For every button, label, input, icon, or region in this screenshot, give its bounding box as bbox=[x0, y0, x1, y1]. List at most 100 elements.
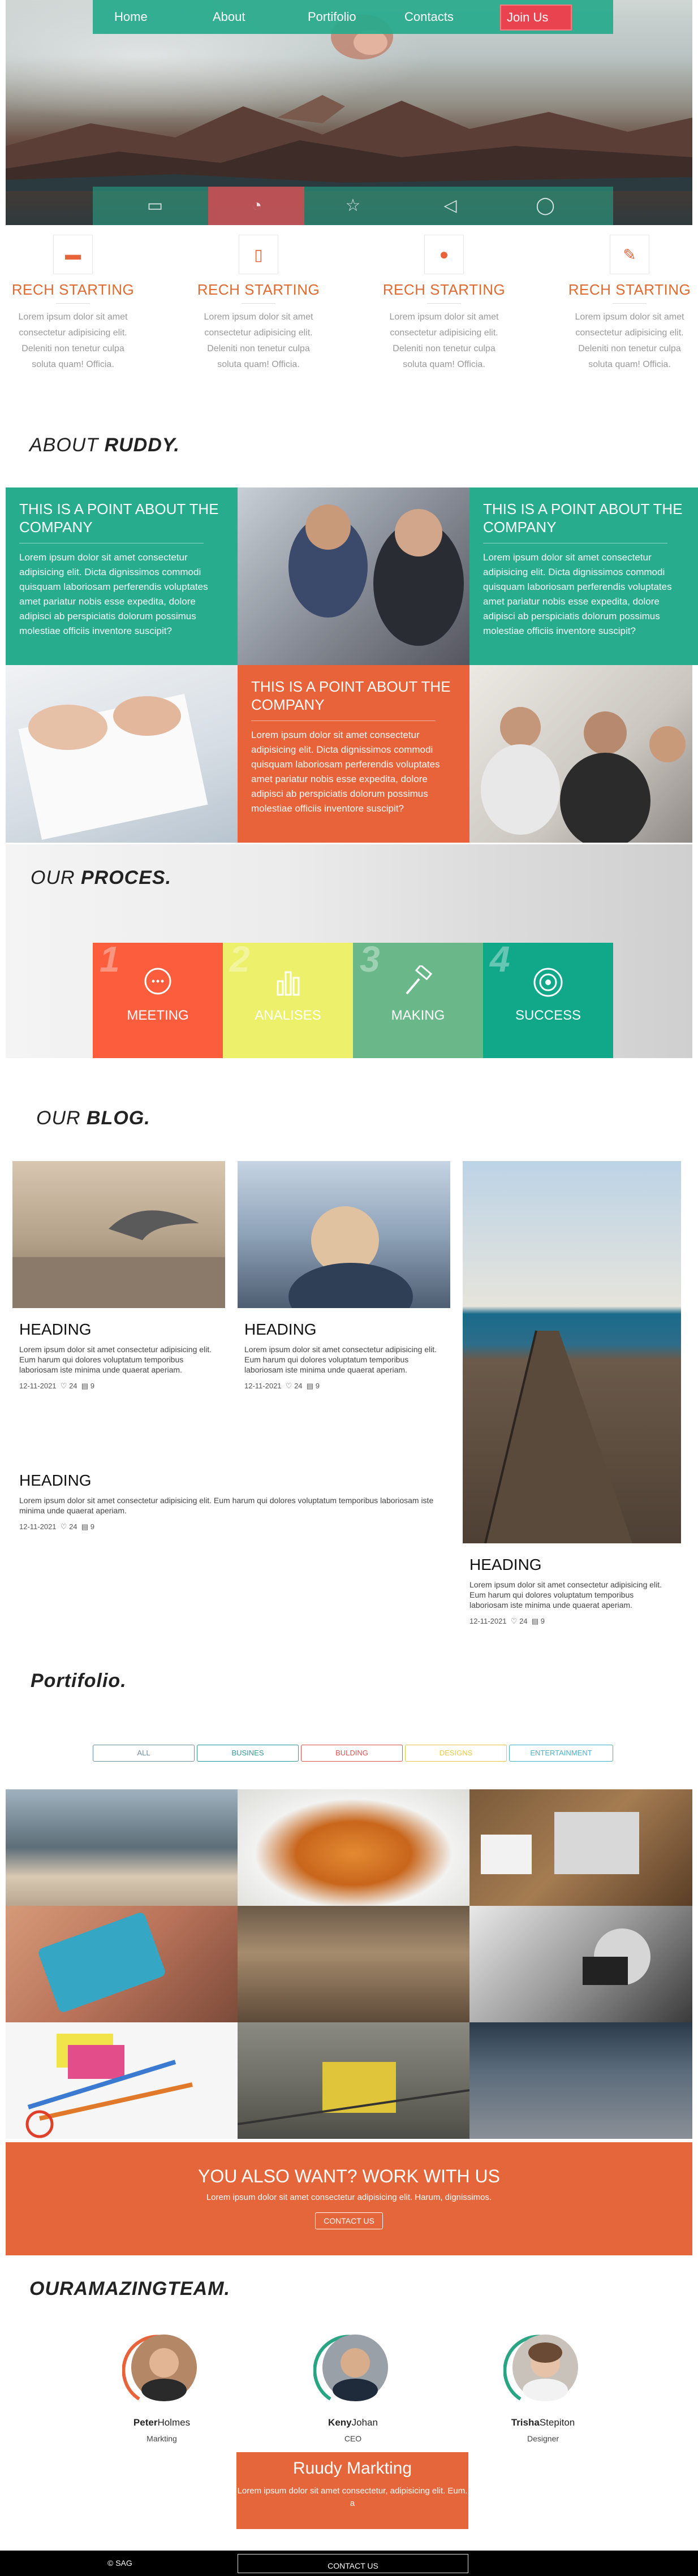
avatar bbox=[313, 2335, 388, 2401]
nav-contacts-link[interactable]: Contacts bbox=[404, 10, 454, 24]
feature-text: Lorem ipsum dolor sit amet consectetur a… bbox=[389, 312, 499, 369]
feature-card: ▬ RECH STARTING Lorem ipsum dolor sit am… bbox=[2, 235, 144, 373]
team-meeting-photo bbox=[238, 487, 469, 665]
blog-text: Lorem ipsum dolor sit amet consectetur a… bbox=[19, 1496, 434, 1515]
process-step-analises: 2 ANALISES bbox=[223, 939, 353, 1058]
blog-meta: 12-11-2021 ♡ 24 ▤ 9 bbox=[469, 1617, 545, 1625]
blog-meta: 12-11-2021 ♡ 24 ▤ 9 bbox=[19, 1522, 94, 1531]
team-meeting-image bbox=[288, 504, 464, 646]
about-point-text: Lorem ipsum dolor sit amet consectetur a… bbox=[251, 730, 440, 814]
footer-contact-button[interactable]: CONTACT US bbox=[238, 2554, 468, 2573]
star-icon[interactable]: ☆ bbox=[342, 196, 364, 216]
feature-text: Lorem ipsum dolor sit amet consectetur a… bbox=[575, 312, 684, 369]
blog-meta: 12-11-2021 ♡ 24 ▤ 9 bbox=[244, 1382, 320, 1390]
nav-home-link[interactable]: Home bbox=[114, 10, 148, 24]
avatar bbox=[122, 2335, 197, 2401]
workshop-photo bbox=[469, 665, 692, 843]
blog-text: Lorem ipsum dolor sit amet consectetur a… bbox=[244, 1345, 437, 1374]
process-step-label: SUCCESS bbox=[515, 1008, 581, 1023]
filter-designs-button[interactable]: DESIGNS bbox=[405, 1745, 507, 1762]
heart-icon: ♡ bbox=[510, 1617, 518, 1625]
bulb-icon[interactable]: ◯ bbox=[534, 196, 557, 216]
heart-icon: ♡ bbox=[60, 1382, 67, 1390]
hammer-icon bbox=[406, 965, 433, 995]
member-name: PeterHolmes bbox=[133, 2417, 191, 2428]
feature-title: RECH STARTING bbox=[11, 281, 135, 298]
main-nav: Home About Portifolio Contacts Join Us bbox=[93, 0, 613, 34]
portfolio-stationery-image[interactable] bbox=[6, 2022, 238, 2139]
feature-title: RECH STARTING bbox=[382, 281, 506, 298]
blog-heading: HEADING bbox=[19, 1321, 92, 1338]
seagull-city-image bbox=[12, 1161, 225, 1308]
blog-post-card[interactable]: HEADING Lorem ipsum dolor sit amet conse… bbox=[12, 1161, 225, 1397]
portfolio-beach-image[interactable] bbox=[6, 1789, 238, 1906]
piggy-bank-icon: ● bbox=[424, 235, 464, 274]
about-point-card: THIS IS A POINT ABOUT THE COMPANY Lorem … bbox=[238, 665, 469, 843]
blog-title: OUR BLOG. bbox=[36, 1107, 150, 1129]
chart-icon[interactable]: ▭ bbox=[144, 196, 166, 216]
feature-title: RECH STARTING bbox=[197, 281, 320, 298]
contact-us-button[interactable]: CONTACT US bbox=[315, 2212, 383, 2229]
filter-entertainment-button[interactable]: ENTERTAINMENT bbox=[509, 1745, 613, 1762]
blog-heading: HEADING bbox=[19, 1472, 92, 1489]
portfolio-shelves-image[interactable] bbox=[238, 1906, 469, 2022]
process-title: OUR PROCES. bbox=[31, 867, 172, 888]
filter-all-button[interactable]: ALL bbox=[93, 1745, 195, 1762]
portfolio-laptop-image[interactable] bbox=[469, 1789, 692, 1906]
about-point-heading: THIS IS A POINT ABOUT THE COMPANY bbox=[483, 500, 683, 536]
join-us-button[interactable]: Join Us bbox=[500, 5, 572, 31]
feature-card: ✎ RECH STARTING Lorem ipsum dolor sit am… bbox=[559, 235, 698, 373]
blog-heading: HEADING bbox=[469, 1556, 542, 1573]
member-role: Designer bbox=[527, 2434, 559, 2443]
cta-title: YOU ALSO WANT? WORK WITH US bbox=[198, 2166, 500, 2186]
process-step-meeting: 1 MEETING bbox=[93, 939, 223, 1058]
member-role: Markting bbox=[147, 2434, 177, 2443]
blog-text: Lorem ipsum dolor sit amet consectetur a… bbox=[469, 1580, 662, 1610]
team-member-card: TrishaStepiton Designer bbox=[469, 2331, 617, 2443]
feature-card: ● RECH STARTING Lorem ipsum dolor sit am… bbox=[373, 235, 515, 373]
feature-text: Lorem ipsum dolor sit amet consectetur a… bbox=[18, 312, 128, 369]
process-step-label: ANALISES bbox=[255, 1008, 321, 1023]
about-point-heading: THIS IS A POINT ABOUT THE COMPANY bbox=[19, 500, 219, 536]
portfolio-croissant-image[interactable] bbox=[238, 1789, 469, 1906]
comment-icon: ▤ bbox=[306, 1382, 314, 1390]
pier-image bbox=[463, 1161, 681, 1543]
process-step-label: MAKING bbox=[391, 1008, 445, 1023]
member-role: CEO bbox=[344, 2434, 362, 2443]
mobile-icon: ▯ bbox=[239, 235, 278, 274]
member-name: TrishaStepiton bbox=[511, 2417, 575, 2428]
about-point-text: Lorem ipsum dolor sit amet consectetur a… bbox=[483, 552, 672, 636]
cta-text: Lorem ipsum dolor sit amet consectetur a… bbox=[206, 2193, 492, 2202]
about-point-text: Lorem ipsum dolor sit amet consectetur a… bbox=[19, 552, 208, 636]
blog-post-card[interactable]: HEADING Lorem ipsum dolor sit amet conse… bbox=[463, 1161, 681, 1633]
chat-icon bbox=[144, 968, 171, 995]
nav-portfolio-link[interactable]: Portifolio bbox=[308, 10, 356, 24]
blog-text: Lorem ipsum dolor sit amet consectetur a… bbox=[19, 1345, 212, 1374]
heart-icon: ♡ bbox=[60, 1522, 67, 1531]
portfolio-child-camera-image[interactable] bbox=[469, 1906, 692, 2022]
bar-chart-icon bbox=[277, 971, 300, 996]
nav-about-link[interactable]: About bbox=[213, 10, 245, 24]
portfolio-train-image[interactable] bbox=[238, 2022, 469, 2139]
filter-building-button[interactable]: BULDING bbox=[301, 1745, 403, 1762]
blog-post-card-wide[interactable]: HEADING Lorem ipsum dolor sit amet conse… bbox=[12, 1459, 454, 1538]
comment-icon: ▤ bbox=[81, 1382, 89, 1390]
portfolio-store-image[interactable] bbox=[469, 2022, 692, 2139]
banner-text: Lorem ipsum dolor sit amet consectetur, … bbox=[237, 2486, 468, 2508]
process-step-success: 4 SUCCESS bbox=[483, 939, 613, 1058]
hero-icon-bar: ▭ ◔ ☆ ◁ ◯ bbox=[93, 187, 613, 225]
speedometer-icon[interactable]: ◔ bbox=[245, 196, 268, 216]
footer: © SAG CONTACT US bbox=[0, 2551, 698, 2576]
avatar bbox=[503, 2335, 578, 2401]
blog-heading: HEADING bbox=[244, 1321, 317, 1338]
megaphone-icon[interactable]: ◁ bbox=[439, 196, 462, 216]
hero-mountain-image bbox=[6, 95, 692, 191]
portfolio-card-image[interactable] bbox=[6, 1906, 238, 2022]
feature-title: RECH STARTING bbox=[568, 281, 691, 298]
portfolio-title: Portifolio. bbox=[31, 1670, 127, 1692]
about-point-card: THIS IS A POINT ABOUT THE COMPANY Lorem … bbox=[469, 487, 698, 665]
team-member-card: PeterHolmes Markting bbox=[88, 2331, 235, 2443]
team-title: OURAMAZINGTEAM. bbox=[29, 2278, 230, 2299]
filter-business-button[interactable]: BUSINES bbox=[197, 1745, 299, 1762]
blog-post-card[interactable]: HEADING Lorem ipsum dolor sit amet conse… bbox=[238, 1161, 450, 1397]
